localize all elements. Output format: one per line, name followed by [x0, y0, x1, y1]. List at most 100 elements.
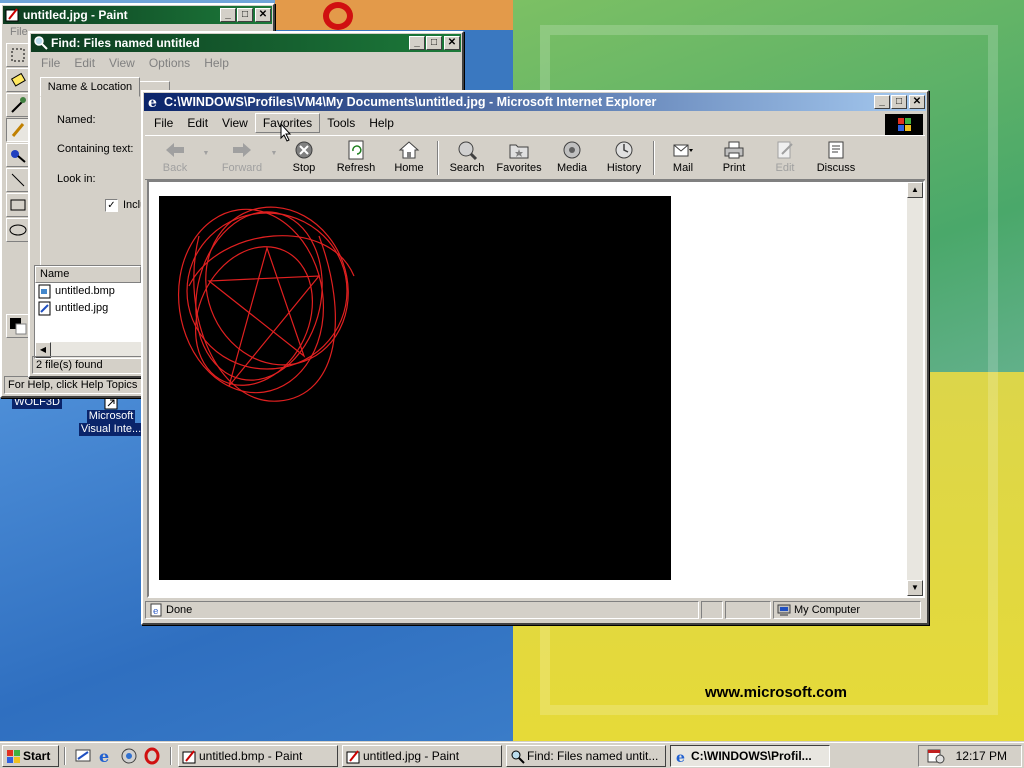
named-label: Named: — [57, 114, 96, 126]
include-subfolders-checkbox[interactable]: ✓ — [105, 199, 118, 212]
rectangle-tool-icon[interactable] — [6, 193, 30, 217]
printer-icon — [724, 141, 744, 159]
close-button[interactable]: ✕ — [909, 95, 925, 109]
forward-arrow-icon — [233, 143, 251, 157]
paint-titlebar[interactable]: untitled.jpg - Paint _ □ ✕ — [3, 6, 272, 24]
select-tool-icon[interactable] — [6, 43, 30, 67]
maximize-button[interactable]: □ — [237, 8, 253, 22]
color-swatch-icon[interactable] — [6, 314, 30, 338]
ie-window[interactable]: e C:\WINDOWS\Profiles\VM4\My Documents\u… — [141, 90, 929, 625]
maximize-button[interactable]: □ — [891, 95, 907, 109]
desktop-icon-label-line2: Visual Inte... — [78, 423, 144, 436]
find-menu-view[interactable]: View — [102, 54, 142, 72]
stop-button[interactable]: Stop — [283, 140, 325, 178]
find-menu-edit[interactable]: Edit — [67, 54, 102, 72]
mouse-cursor-icon — [280, 123, 292, 142]
edit-button[interactable]: Edit — [763, 140, 807, 178]
close-button[interactable]: ✕ — [255, 8, 271, 22]
history-label: History — [606, 162, 642, 174]
task-label: untitled.jpg - Paint — [363, 749, 460, 763]
maximize-button[interactable]: □ — [426, 36, 442, 50]
find-menu-options[interactable]: Options — [142, 54, 197, 72]
desktop-icon-visual-interdev[interactable]: Microsoft Visual Inte... — [76, 396, 146, 436]
system-tray: 12:17 PM — [918, 745, 1022, 767]
refresh-button[interactable]: Refresh — [331, 140, 381, 178]
opera-quicklaunch-icon[interactable] — [143, 747, 161, 765]
status-panel-blank — [725, 601, 771, 619]
list-item[interactable]: untitled.jpg — [35, 300, 141, 317]
clock[interactable]: 12:17 PM — [956, 746, 1007, 766]
red-scribble-drawing — [177, 206, 355, 402]
start-button[interactable]: Start — [2, 745, 59, 767]
close-button[interactable]: ✕ — [444, 36, 460, 50]
search-icon — [511, 750, 525, 764]
toolbar-separator — [653, 141, 655, 175]
file-name: untitled.jpg — [55, 302, 109, 314]
eraser-tool-icon[interactable] — [6, 68, 30, 92]
ie-status-bar: e Done My Computer — [145, 601, 925, 621]
list-header-name[interactable]: Name — [35, 266, 141, 283]
history-button[interactable]: History — [599, 140, 649, 178]
ie-titlebar[interactable]: e C:\WINDOWS\Profiles\VM4\My Documents\u… — [144, 93, 926, 111]
favorites-label: Favorites — [496, 162, 542, 174]
ie-menu-file[interactable]: File — [147, 114, 180, 132]
media-button[interactable]: Media — [549, 140, 595, 178]
task-button-find[interactable]: Find: Files named untit... — [506, 745, 666, 767]
ie-content-area[interactable]: ▲ ▼ — [147, 180, 925, 598]
scheduler-tray-icon[interactable] — [927, 748, 945, 764]
file-name: untitled.bmp — [55, 285, 115, 297]
discuss-button[interactable]: Discuss — [813, 140, 859, 178]
my-computer-icon — [777, 604, 791, 616]
search-button[interactable]: Search — [445, 140, 489, 178]
opera-logo-icon — [323, 2, 353, 30]
forward-button[interactable]: Forward — [215, 140, 269, 178]
task-button-paint-bmp[interactable]: untitled.bmp - Paint — [178, 745, 338, 767]
find-menu-file[interactable]: File — [34, 54, 67, 72]
minimize-button[interactable]: _ — [220, 8, 236, 22]
back-button[interactable]: Back — [151, 140, 199, 178]
ie-menubar: File Edit View Favorites Tools Help — [143, 112, 927, 134]
jpeg-image — [159, 196, 671, 580]
scroll-up-icon[interactable]: ▲ — [907, 182, 923, 198]
ie-vertical-scrollbar[interactable]: ▲ ▼ — [907, 182, 923, 596]
minimize-button[interactable]: _ — [874, 95, 890, 109]
ellipse-tool-icon[interactable] — [6, 218, 30, 242]
ie-menu-help[interactable]: Help — [362, 114, 401, 132]
edit-label: Edit — [775, 162, 795, 174]
task-button-paint-jpg[interactable]: untitled.jpg - Paint — [342, 745, 502, 767]
ie-quicklaunch-icon[interactable]: e — [97, 747, 115, 765]
ie-menu-tools[interactable]: Tools — [320, 114, 362, 132]
wallpaper-url-text: www.microsoft.com — [705, 684, 847, 701]
mail-button[interactable]: Mail — [659, 140, 707, 178]
find-title: Find: Files named untitled — [51, 36, 200, 50]
minimize-button[interactable]: _ — [409, 36, 425, 50]
channels-icon[interactable] — [120, 747, 138, 765]
ie-standard-toolbar: Back ▼ Forward ▼ Stop Refresh Home Searc… — [145, 135, 925, 180]
home-button[interactable]: Home — [387, 140, 431, 178]
ie-logo-icon: e — [676, 750, 685, 764]
list-item[interactable]: untitled.bmp — [35, 283, 141, 300]
airbrush-tool-icon[interactable] — [6, 143, 30, 167]
find-titlebar[interactable]: Find: Files named untitled _ □ ✕ — [31, 34, 461, 52]
find-menu-help[interactable]: Help — [197, 54, 236, 72]
color-picker-icon[interactable] — [6, 93, 30, 117]
show-desktop-icon[interactable] — [74, 747, 92, 765]
task-label: C:\WINDOWS\Profil... — [691, 749, 812, 763]
print-button[interactable]: Print — [713, 140, 755, 178]
toolbar-separator — [437, 141, 439, 175]
shortcut-arrow-icon — [104, 396, 118, 410]
favorites-button[interactable]: Favorites — [493, 140, 545, 178]
svg-text:e: e — [148, 95, 157, 110]
paint-title: untitled.jpg - Paint — [23, 8, 128, 22]
ie-menu-edit[interactable]: Edit — [180, 114, 215, 132]
scroll-down-icon[interactable]: ▼ — [907, 580, 923, 596]
mail-label: Mail — [672, 162, 694, 174]
ie-menu-view[interactable]: View — [215, 114, 255, 132]
task-button-ie[interactable]: e C:\WINDOWS\Profil... — [670, 745, 830, 767]
mail-icon — [673, 144, 693, 157]
start-label: Start — [23, 749, 51, 763]
tab-name-location[interactable]: Name & Location — [40, 77, 140, 97]
home-label: Home — [394, 162, 424, 174]
line-tool-icon[interactable] — [6, 168, 30, 192]
pencil-tool-icon[interactable] — [6, 118, 30, 142]
